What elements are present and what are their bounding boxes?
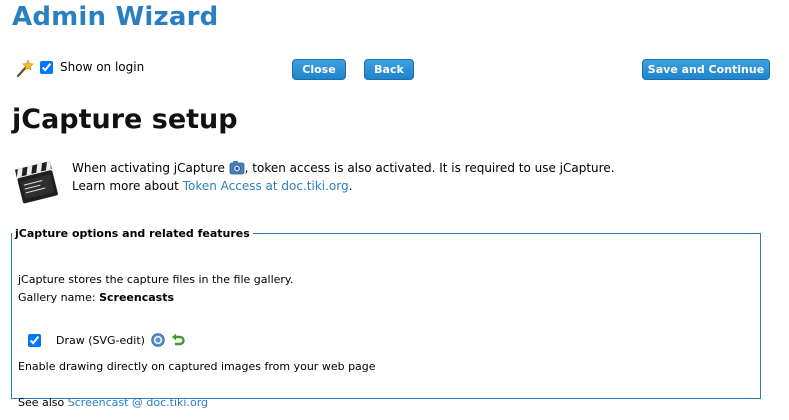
see-also-prefix: See also (18, 396, 65, 409)
intro-text-end: , token access is also activated. It is … (244, 161, 615, 175)
draw-description: Enable drawing directly on captured imag… (18, 360, 376, 373)
intro-text-start: When activating jCapture (72, 161, 225, 175)
wand-icon (16, 59, 34, 78)
draw-svg-edit-label: Draw (SVG-edit) (56, 333, 145, 347)
draw-svg-edit-option[interactable]: Draw (SVG-edit) (28, 333, 185, 347)
learn-more-suffix: . (348, 179, 353, 193)
intro-text: When activating jCapture , token access … (72, 159, 615, 195)
wizard-toolbar: Show on login Close Back Save and Contin… (14, 58, 774, 82)
help-icon[interactable] (151, 333, 165, 347)
token-access-link[interactable]: Token Access at doc.tiki.org (183, 179, 349, 193)
see-also-row: See also Screencast @ doc.tiki.org (18, 396, 208, 409)
undo-icon[interactable] (171, 333, 185, 347)
clapperboard-icon (14, 161, 58, 204)
camera-icon (229, 161, 245, 175)
section-title: jCapture setup (12, 104, 238, 135)
show-on-login-checkbox[interactable] (40, 60, 53, 74)
back-button[interactable]: Back (364, 59, 414, 80)
wizard-title: Admin Wizard (12, 2, 219, 32)
gallery-name-label: Gallery name: (18, 291, 96, 304)
close-button[interactable]: Close (292, 59, 346, 80)
stores-text: jCapture stores the capture files in the… (18, 273, 294, 286)
gallery-name-value: Screencasts (99, 291, 174, 304)
show-on-login-label: Show on login (60, 60, 145, 74)
options-legend: jCapture options and related features (15, 227, 250, 240)
save-and-continue-button[interactable]: Save and Continue (642, 59, 770, 80)
show-on-login-toggle[interactable]: Show on login (40, 60, 144, 74)
draw-svg-edit-checkbox[interactable] (28, 333, 41, 347)
screencast-doc-link[interactable]: Screencast @ doc.tiki.org (68, 396, 208, 409)
jcapture-options-fieldset: jCapture options and related features jC… (11, 227, 761, 409)
gallery-name-row: Gallery name: Screencasts (18, 291, 174, 304)
learn-more-prefix: Learn more about (72, 179, 179, 193)
